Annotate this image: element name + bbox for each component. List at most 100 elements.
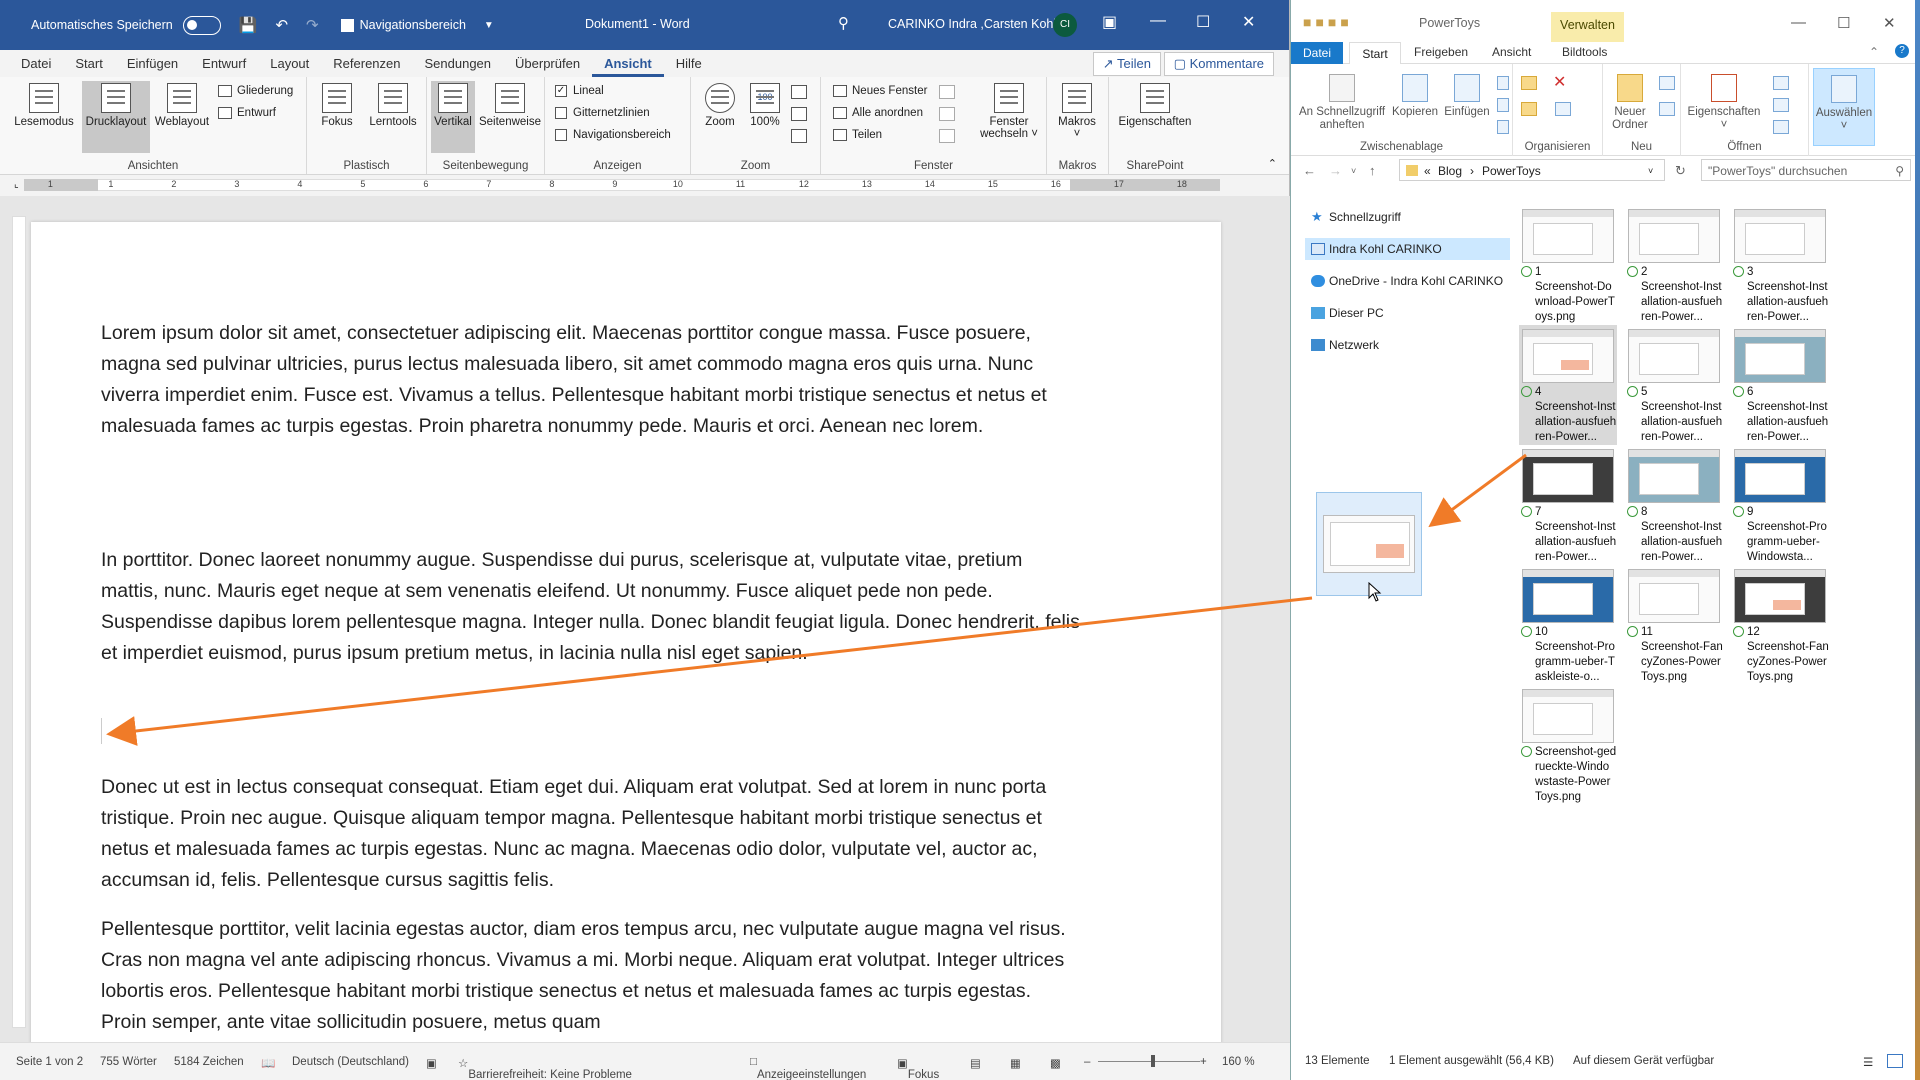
web-layout-view-icon[interactable]: ▩: [1050, 1056, 1061, 1070]
redo-icon[interactable]: ↷: [306, 16, 319, 34]
address-box[interactable]: « Blog › PowerToys ˅: [1399, 159, 1665, 181]
file-item[interactable]: 3 Screenshot-Installation-ausfuehren-Powe…: [1731, 205, 1829, 325]
zoom-slider[interactable]: [1098, 1061, 1200, 1062]
zoom-button[interactable]: Zoom: [695, 81, 745, 128]
display-settings[interactable]: □ Anzeigeeinstellungen: [750, 1056, 866, 1080]
details-view-icon[interactable]: ☰: [1863, 1055, 1873, 1069]
zoom-in-icon[interactable]: +: [1200, 1056, 1207, 1068]
tab-sendungen[interactable]: Sendungen: [413, 56, 504, 77]
file-item[interactable]: 7 Screenshot-Installation-ausfuehren-Powe…: [1519, 445, 1617, 565]
paragraph-2[interactable]: In porttitor. Donec laoreet nonummy augu…: [101, 545, 1081, 669]
proofing-icon[interactable]: 📖: [261, 1056, 275, 1070]
file-item[interactable]: 10 Screenshot-Programm-ueber-Taskleiste-o…: [1519, 565, 1617, 685]
fenster-wechseln-button[interactable]: Fenster wechseln ˅: [973, 81, 1045, 140]
one-page-icon[interactable]: [791, 85, 807, 99]
eigenschaften-word-button[interactable]: Eigenschaften: [1113, 81, 1197, 128]
language[interactable]: Deutsch (Deutschland): [292, 1056, 409, 1068]
vertical-ruler[interactable]: [12, 216, 26, 1028]
page-count[interactable]: Seite 1 von 2: [16, 1056, 83, 1068]
makros-button[interactable]: Makros ˅: [1047, 81, 1107, 140]
tab-referenzen[interactable]: Referenzen: [321, 56, 412, 77]
tab-ansicht[interactable]: Ansicht: [592, 56, 664, 77]
file-item[interactable]: 11 Screenshot-FancyZones-PowerToys.png: [1625, 565, 1723, 685]
reset-window-icon[interactable]: [939, 129, 955, 143]
nav-schnellzugriff[interactable]: ★ Schnellzugriff: [1305, 206, 1510, 228]
word-count[interactable]: 755 Wörter: [100, 1056, 157, 1068]
navigationsbereich-checkbox[interactable]: Navigationsbereich: [555, 129, 671, 141]
weblayout-button[interactable]: Weblayout: [152, 81, 212, 128]
tab-freigeben[interactable]: Freigeben: [1414, 45, 1468, 59]
document-canvas[interactable]: Lorem ipsum dolor sit amet, consectetuer…: [0, 196, 1290, 1044]
quick-access-toolbar-icons[interactable]: ■■■■: [1303, 14, 1353, 30]
undo-icon[interactable]: ↶: [275, 16, 288, 34]
autosave-toggle[interactable]: [182, 15, 221, 35]
zoom-level[interactable]: 160 %: [1222, 1056, 1255, 1068]
file-item[interactable]: 12 Screenshot-FancyZones-PowerToys.png: [1731, 565, 1829, 685]
edit-icon[interactable]: [1773, 98, 1789, 112]
maximize-icon[interactable]: ☐: [1196, 12, 1210, 32]
tab-einfuegen[interactable]: Einfügen: [115, 56, 190, 77]
cut-icon[interactable]: [1497, 76, 1509, 90]
alle-anordnen-button[interactable]: Alle anordnen: [833, 107, 923, 119]
file-item[interactable]: 8 Screenshot-Installation-ausfuehren-Powe…: [1625, 445, 1723, 565]
easy-access-icon[interactable]: [1659, 102, 1675, 116]
comments-button[interactable]: ▢ Kommentare: [1163, 52, 1274, 76]
lineal-checkbox[interactable]: ✓ Lineal: [555, 85, 604, 97]
horizontal-ruler[interactable]: ⌞ 1 1 2 3 4 5 6 7 8 9 10 11 12 13 14 15 16 17 18: [0, 175, 1289, 195]
qat-customize-icon[interactable]: ▼: [484, 20, 494, 31]
file-item[interactable]: Screenshot-gedrueckte-Windowstaste-Power…: [1519, 685, 1617, 805]
tab-bildtools[interactable]: Bildtools: [1562, 45, 1607, 59]
lerntools-button[interactable]: Lerntools: [363, 81, 423, 128]
paragraph-4[interactable]: Pellentesque porttitor, velit lacinia eg…: [101, 914, 1081, 1038]
nav-netzwerk[interactable]: Netzwerk: [1305, 334, 1510, 356]
file-item[interactable]: 5 Screenshot-Installation-ausfuehren-Powe…: [1625, 325, 1723, 445]
kopieren-button[interactable]: Kopieren: [1389, 74, 1441, 119]
file-item[interactable]: 9 Screenshot-Programm-ueber-Windowsta...: [1731, 445, 1829, 565]
history-icon[interactable]: [1773, 120, 1789, 134]
print-layout-view-icon[interactable]: ▦: [1010, 1056, 1021, 1070]
seitenweise-button[interactable]: Seitenweise: [477, 81, 543, 128]
entwurf-button[interactable]: Entwurf: [218, 107, 276, 119]
rename-icon[interactable]: [1555, 102, 1571, 116]
gliederung-button[interactable]: Gliederung: [218, 85, 293, 97]
drucklayout-button[interactable]: Drucklayout: [82, 81, 150, 153]
search-icon[interactable]: ⚲: [838, 14, 849, 32]
up-icon[interactable]: ↑: [1369, 163, 1376, 178]
focus-mode[interactable]: ▣ Fokus: [897, 1056, 939, 1080]
tab-layout[interactable]: Layout: [258, 56, 321, 77]
save-icon[interactable]: 💾: [239, 16, 258, 34]
tab-entwurf[interactable]: Entwurf: [190, 56, 258, 77]
tab-explorer-start[interactable]: Start: [1349, 42, 1401, 65]
address-part-blog[interactable]: Blog: [1438, 164, 1462, 178]
back-icon[interactable]: ←: [1303, 163, 1316, 178]
move-to-icon[interactable]: [1521, 76, 1537, 90]
search-box[interactable]: "PowerToys" durchsuchen ⚲: [1701, 159, 1911, 181]
nav-dieser-pc[interactable]: Dieser PC: [1305, 302, 1510, 324]
multiple-pages-icon[interactable]: [791, 107, 807, 121]
ribbon-display-icon[interactable]: ▣: [1102, 12, 1117, 32]
forward-icon[interactable]: →: [1329, 163, 1342, 178]
zoom-slider-thumb[interactable]: [1151, 1055, 1155, 1067]
large-icons-view-icon[interactable]: [1887, 1054, 1903, 1068]
nav-pane-checkbox[interactable]: [340, 18, 354, 32]
new-item-icon[interactable]: [1659, 76, 1675, 90]
tab-explorer-datei[interactable]: Datei: [1291, 42, 1343, 64]
ribbon-collapse-icon[interactable]: ⌃: [1869, 45, 1879, 59]
sync-scroll-icon[interactable]: [939, 107, 955, 121]
open-icon[interactable]: [1773, 76, 1789, 90]
tab-datei[interactable]: Datei: [0, 56, 63, 77]
explorer-minimize-icon[interactable]: —: [1791, 14, 1806, 31]
vertikal-button[interactable]: Vertikal: [431, 81, 475, 153]
explorer-close-icon[interactable]: ✕: [1883, 14, 1896, 32]
auswaehlen-button[interactable]: Auswählen ˅: [1813, 68, 1875, 146]
read-mode-view-icon[interactable]: ▤: [970, 1056, 981, 1070]
einfuegen-button[interactable]: Einfügen: [1441, 74, 1493, 119]
copy-path-icon[interactable]: [1497, 98, 1509, 112]
manage-tab[interactable]: Verwalten: [1551, 12, 1624, 42]
nav-onedrive[interactable]: OneDrive - Indra Kohl CARINKO: [1305, 270, 1510, 292]
address-dropdown-icon[interactable]: ˅: [1648, 166, 1653, 176]
char-count[interactable]: 5184 Zeichen: [174, 1056, 244, 1068]
accessibility-status[interactable]: ☆ Barrierefreiheit: Keine Probleme: [458, 1056, 632, 1080]
paste-shortcut-icon[interactable]: [1497, 120, 1509, 134]
file-item[interactable]: 6 Screenshot-Installation-ausfuehren-Powe…: [1731, 325, 1829, 445]
